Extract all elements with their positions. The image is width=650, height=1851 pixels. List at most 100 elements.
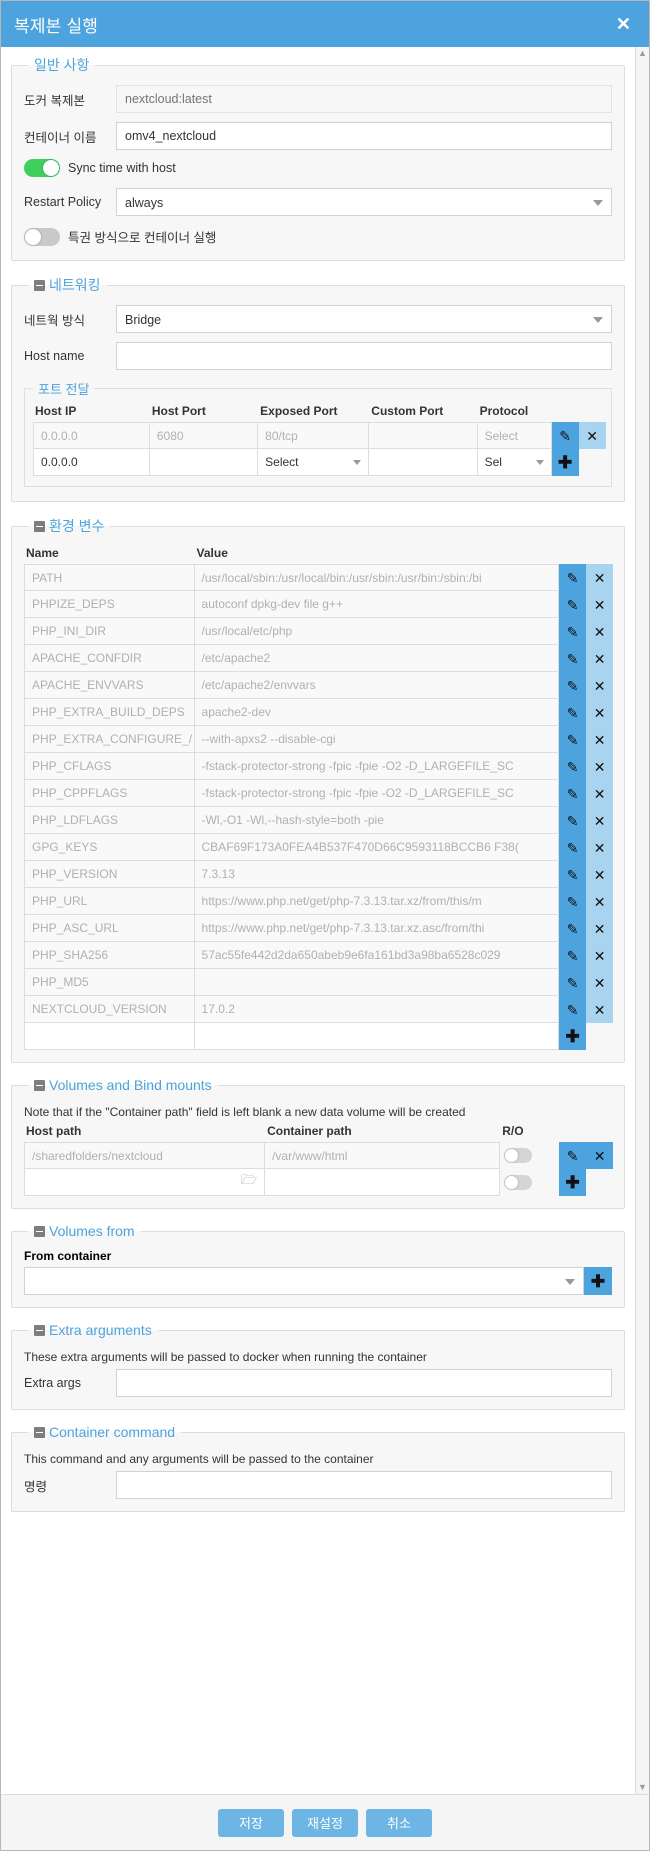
folder-icon[interactable]: 🗁: [241, 1171, 257, 1193]
env-name-cell[interactable]: PHP_MD5: [24, 969, 195, 996]
port-host-port-input[interactable]: [149, 449, 259, 476]
edit-icon[interactable]: ✎: [559, 645, 587, 672]
delete-icon[interactable]: ✕: [586, 564, 614, 591]
extra-args-input[interactable]: [116, 1369, 612, 1397]
port-protocol-cell[interactable]: Select: [477, 422, 552, 449]
port-exposed-port-select[interactable]: Select: [258, 449, 370, 476]
env-value-cell[interactable]: https://www.php.net/get/php-7.3.13.tar.x…: [194, 915, 560, 942]
delete-icon[interactable]: ✕: [586, 969, 614, 996]
port-custom-port-cell[interactable]: [369, 422, 478, 449]
container-command-input[interactable]: [116, 1471, 612, 1499]
env-value-cell[interactable]: autoconf dpkg-dev file g++: [194, 591, 560, 618]
env-name-cell[interactable]: PHP_LDFLAGS: [24, 807, 195, 834]
env-value-input[interactable]: [194, 1023, 560, 1050]
add-icon[interactable]: ✚: [551, 449, 579, 476]
edit-icon[interactable]: ✎: [559, 699, 587, 726]
field-privileged[interactable]: 특권 방식으로 컨테이너 실행: [24, 227, 612, 246]
delete-icon[interactable]: ✕: [586, 1142, 614, 1169]
env-value-cell[interactable]: /etc/apache2: [194, 645, 560, 672]
port-host-ip-cell[interactable]: 0.0.0.0: [33, 422, 150, 449]
port-host-ip-input[interactable]: 0.0.0.0: [33, 449, 150, 476]
edit-icon[interactable]: ✎: [559, 834, 587, 861]
readonly-toggle[interactable]: [504, 1175, 533, 1190]
volume-host-path-input[interactable]: 🗁: [24, 1169, 266, 1196]
port-exposed-port-cell[interactable]: 80/tcp: [258, 422, 370, 449]
readonly-toggle[interactable]: [504, 1148, 533, 1163]
delete-icon[interactable]: ✕: [586, 726, 614, 753]
env-name-cell[interactable]: PHP_INI_DIR: [24, 618, 195, 645]
edit-icon[interactable]: ✎: [559, 969, 587, 996]
env-value-cell[interactable]: CBAF69F173A0FEA4B537F470D66C9593118BCCB6…: [194, 834, 560, 861]
delete-icon[interactable]: ✕: [586, 645, 614, 672]
sync-time-toggle[interactable]: [24, 159, 60, 177]
env-value-cell[interactable]: -fstack-protector-strong -fpic -fpie -O2…: [194, 753, 560, 780]
env-name-input[interactable]: [24, 1023, 195, 1050]
edit-icon[interactable]: ✎: [559, 564, 587, 591]
docker-image-input[interactable]: [116, 85, 612, 113]
port-protocol-select[interactable]: Sel: [477, 449, 552, 476]
delete-icon[interactable]: ✕: [586, 699, 614, 726]
env-name-cell[interactable]: PATH: [24, 564, 195, 591]
delete-icon[interactable]: ✕: [586, 807, 614, 834]
env-value-cell[interactable]: apache2-dev: [194, 699, 560, 726]
add-icon[interactable]: ✚: [559, 1169, 587, 1196]
env-value-cell[interactable]: --with-apxs2 --disable-cgi: [194, 726, 560, 753]
env-value-cell[interactable]: https://www.php.net/get/php-7.3.13.tar.x…: [194, 888, 560, 915]
env-name-cell[interactable]: GPG_KEYS: [24, 834, 195, 861]
collapse-icon[interactable]: [34, 521, 45, 532]
env-name-cell[interactable]: PHP_SHA256: [24, 942, 195, 969]
env-value-cell[interactable]: /usr/local/etc/php: [194, 618, 560, 645]
delete-icon[interactable]: ✕: [586, 942, 614, 969]
edit-icon[interactable]: ✎: [559, 1142, 587, 1169]
add-icon[interactable]: ✚: [559, 1023, 587, 1050]
scroll-down-icon[interactable]: ▼: [638, 1783, 647, 1792]
delete-icon[interactable]: ✕: [586, 780, 614, 807]
delete-icon[interactable]: ✕: [578, 422, 606, 449]
field-sync-time[interactable]: Sync time with host: [24, 159, 612, 177]
env-value-cell[interactable]: /etc/apache2/envvars: [194, 672, 560, 699]
edit-icon[interactable]: ✎: [559, 888, 587, 915]
from-container-select[interactable]: [24, 1267, 584, 1295]
env-name-cell[interactable]: PHP_EXTRA_BUILD_DEPS: [24, 699, 195, 726]
port-host-port-cell[interactable]: 6080: [149, 422, 259, 449]
edit-icon[interactable]: ✎: [559, 753, 587, 780]
edit-icon[interactable]: ✎: [559, 618, 587, 645]
edit-icon[interactable]: ✎: [559, 861, 587, 888]
delete-icon[interactable]: ✕: [586, 915, 614, 942]
close-icon[interactable]: ✕: [612, 13, 635, 35]
collapse-icon[interactable]: [34, 1325, 45, 1336]
env-name-cell[interactable]: NEXTCLOUD_VERSION: [24, 996, 195, 1023]
env-name-cell[interactable]: PHP_VERSION: [24, 861, 195, 888]
env-name-cell[interactable]: PHP_EXTRA_CONFIGURE_/: [24, 726, 195, 753]
save-button[interactable]: 저장: [218, 1808, 284, 1837]
env-value-cell[interactable]: 17.0.2: [194, 996, 560, 1023]
delete-icon[interactable]: ✕: [586, 888, 614, 915]
collapse-icon[interactable]: [34, 1427, 45, 1438]
edit-icon[interactable]: ✎: [559, 672, 587, 699]
reset-button[interactable]: 재설정: [292, 1808, 358, 1837]
host-name-input[interactable]: [116, 342, 612, 370]
env-value-cell[interactable]: [194, 969, 560, 996]
env-value-cell[interactable]: -fstack-protector-strong -fpic -fpie -O2…: [194, 780, 560, 807]
env-name-cell[interactable]: APACHE_CONFDIR: [24, 645, 195, 672]
edit-icon[interactable]: ✎: [559, 915, 587, 942]
delete-icon[interactable]: ✕: [586, 996, 614, 1023]
env-name-cell[interactable]: PHP_CFLAGS: [24, 753, 195, 780]
collapse-icon[interactable]: [34, 1080, 45, 1091]
vertical-scrollbar[interactable]: ▲ ▼: [635, 47, 649, 1794]
edit-icon[interactable]: ✎: [559, 807, 587, 834]
edit-icon[interactable]: ✎: [559, 726, 587, 753]
cancel-button[interactable]: 취소: [366, 1808, 432, 1837]
privileged-toggle[interactable]: [24, 227, 60, 246]
env-value-cell[interactable]: /usr/local/sbin:/usr/local/bin:/usr/sbin…: [194, 564, 560, 591]
delete-icon[interactable]: ✕: [586, 834, 614, 861]
env-name-cell[interactable]: PHP_CPPFLAGS: [24, 780, 195, 807]
env-value-cell[interactable]: -Wl,-O1 -Wl,--hash-style=both -pie: [194, 807, 560, 834]
scroll-up-icon[interactable]: ▲: [638, 49, 647, 58]
delete-icon[interactable]: ✕: [586, 618, 614, 645]
env-name-cell[interactable]: APACHE_ENVVARS: [24, 672, 195, 699]
collapse-icon[interactable]: [34, 280, 45, 291]
delete-icon[interactable]: ✕: [586, 753, 614, 780]
edit-icon[interactable]: ✎: [559, 942, 587, 969]
collapse-icon[interactable]: [34, 1226, 45, 1237]
